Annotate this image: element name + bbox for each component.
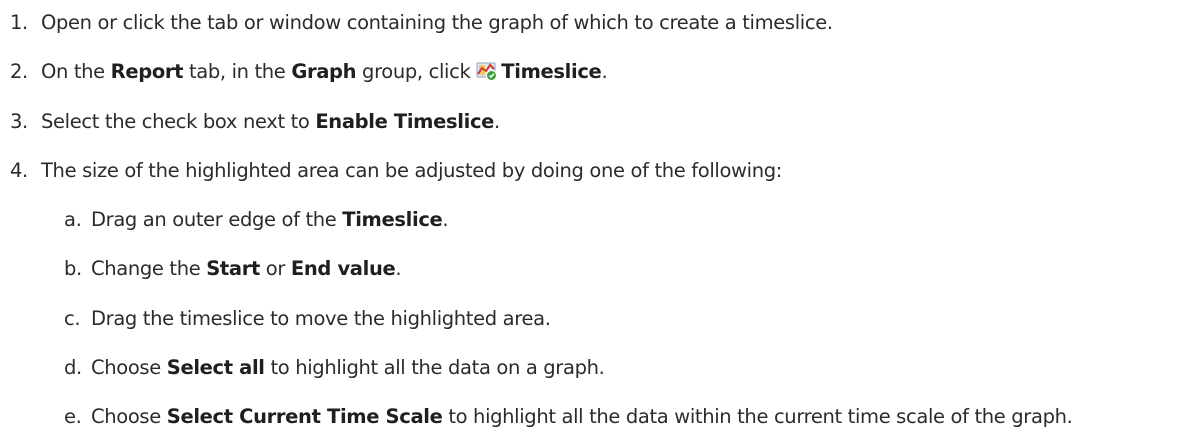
step-text: On the Report tab, in the Graph group, c… xyxy=(41,60,608,83)
timeslice-command-label: Timeslice xyxy=(501,60,602,83)
instruction-list: 1. Open or click the tab or window conta… xyxy=(0,0,1178,437)
step-number: 1. xyxy=(10,11,28,34)
graph-group-label: Graph xyxy=(291,60,357,83)
enable-timeslice-label: Enable Timeslice xyxy=(315,110,495,133)
step-text: The size of the highlighted area can be … xyxy=(41,159,782,182)
step-number: 3. xyxy=(10,110,28,133)
substep-letter: a. xyxy=(64,208,82,231)
substep-letter: e. xyxy=(64,405,82,428)
substep-letter: d. xyxy=(64,356,82,379)
substep-text: Drag an outer edge of the Timeslice. xyxy=(91,208,449,231)
substep-text: Choose Select all to highlight all the d… xyxy=(91,356,605,379)
substep-letter: c. xyxy=(64,307,81,330)
step-number: 2. xyxy=(10,60,28,83)
step-text: Select the check box next to Enable Time… xyxy=(41,110,500,133)
substep-text: Drag the timeslice to move the highlight… xyxy=(91,307,551,330)
report-tab-label: Report xyxy=(110,60,184,83)
timeslice-graph-icon xyxy=(476,60,498,81)
step-text: Open or click the tab or window containi… xyxy=(41,11,833,34)
substep-text: Choose Select Current Time Scale to high… xyxy=(91,405,1073,428)
substep-text: Change the Start or End value. xyxy=(91,257,402,280)
step-number: 4. xyxy=(10,159,28,182)
substep-letter: b. xyxy=(64,257,82,280)
